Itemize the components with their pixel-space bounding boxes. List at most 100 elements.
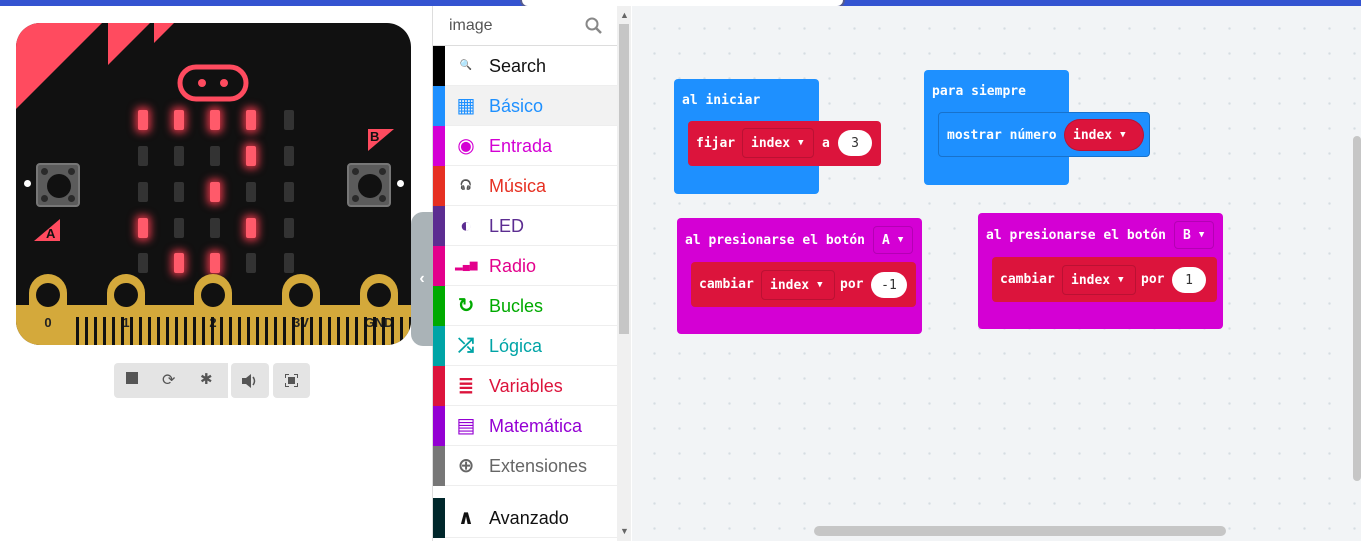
variable-dropdown[interactable]: index ▼ [761,270,835,300]
category-color-bar [433,206,445,246]
toolbox-category-básico[interactable]: ▦ Básico [433,86,617,126]
led-1-2[interactable] [210,146,220,166]
led-4-0[interactable] [138,253,148,273]
led-4-4[interactable] [284,253,294,273]
value-input[interactable]: -1 [871,272,907,298]
led-1-4[interactable] [284,146,294,166]
connector-tooth [301,317,304,345]
workspace-horizontal-scrollbar[interactable] [814,526,1226,536]
value-input[interactable]: 1 [1172,267,1206,293]
change-variable-block[interactable]: cambiar index ▼ por -1 [691,262,916,307]
blocks-workspace[interactable]: al iniciar fijar index ▼ a 3 para siempre… [632,6,1361,541]
variable-name: index [1071,272,1111,288]
search-input[interactable]: image [449,17,493,35]
toolbox-category-extensiones[interactable]: ⊕ Extensiones [433,446,617,486]
connector-tooth [400,317,403,345]
toolbox-scroll-thumb[interactable] [619,24,629,334]
stop-button[interactable]: ⟳ ✱ [114,363,228,398]
button-a[interactable] [36,163,80,207]
led-3-0[interactable] [138,218,148,238]
restart-icon[interactable]: ⟳ [162,370,175,390]
led-2-2[interactable] [210,182,220,202]
connector-tooth [310,317,313,345]
button-dropdown[interactable]: A ▼ [873,226,913,254]
connector-tooth [94,317,97,345]
pin-0[interactable]: 0 [29,274,67,344]
debug-icon[interactable]: ✱ [200,370,213,388]
toolbox-category-lógica[interactable]: ⤮ Lógica [433,326,617,366]
caret-down-icon: ▼ [817,280,823,290]
led-0-0[interactable] [138,110,148,130]
toolbox-category-radio[interactable]: ▂▄▆ Radio [433,246,617,286]
led-0-1[interactable] [174,110,184,130]
variable-reporter[interactable]: index ▼ [1064,119,1144,151]
led-0-3[interactable] [246,110,256,130]
category-color-bar [433,166,445,206]
toolbox-category-bucles[interactable]: ↻ Bucles [433,286,617,326]
connector-tooth [328,317,331,345]
fullscreen-icon [285,374,298,387]
toolbox: image 🔍 Search ▦ Básico ◉ Entrada 🎧 Música ◐ LED ▂… [432,6,632,541]
connector-tooth [166,317,169,345]
button-b[interactable] [347,163,391,207]
caret-down-icon: ▼ [897,235,904,245]
connector-tooth [211,317,214,345]
toolbox-search[interactable]: image [433,6,617,46]
plus-circle-icon: ⊕ [457,455,475,477]
button-a-letter: A [46,226,56,241]
led-2-1[interactable] [174,182,184,202]
led-3-2[interactable] [210,218,220,238]
connector-tooth [337,317,340,345]
search-icon[interactable] [585,17,603,35]
led-2-4[interactable] [284,182,294,202]
led-4-2[interactable] [210,253,220,273]
set-variable-block[interactable]: fijar index ▼ a 3 [688,121,881,166]
toolbox-category-avanzado[interactable]: ∧ Avanzado [433,498,617,538]
show-number-block[interactable]: mostrar número index ▼ [938,112,1150,157]
button-name: B [1183,227,1191,243]
connector-tooth [382,317,385,345]
connector-tooth [148,317,151,345]
show-number-label: mostrar número [947,128,1057,143]
led-1-0[interactable] [138,146,148,166]
led-0-2[interactable] [210,110,220,130]
variable-dropdown[interactable]: index ▼ [742,128,814,158]
workspace-vertical-scrollbar[interactable] [1353,136,1361,481]
toolbox-category-entrada[interactable]: ◉ Entrada [433,126,617,166]
search-icon: 🔍 [459,60,473,71]
fullscreen-button[interactable] [273,363,310,398]
scroll-up-icon[interactable]: ▲ [620,10,629,20]
led-1-1[interactable] [174,146,184,166]
toolbox-category-matemática[interactable]: ▤ Matemática [433,406,617,446]
toolbox-category-música[interactable]: 🎧 Música [433,166,617,206]
button-dropdown[interactable]: B ▼ [1174,221,1214,249]
set-label: fijar [696,136,736,151]
led-2-0[interactable] [138,182,148,202]
connector-tooth [85,317,88,345]
caret-down-icon: ▼ [1198,230,1205,240]
led-4-3[interactable] [246,253,256,273]
led-3-1[interactable] [174,218,184,238]
chevron-left-icon: ‹ [419,270,425,287]
led-2-3[interactable] [246,182,256,202]
button-event-label: al presionarse el botón [986,228,1167,243]
microbit-board: A B 0 1 2 3V GND [16,23,411,345]
connector-tooth [256,317,259,345]
toolbox-category-led[interactable]: ◐ LED [433,206,617,246]
variable-dropdown[interactable]: index ▼ [1062,265,1136,295]
led-1-3[interactable] [246,146,256,166]
led-3-3[interactable] [246,218,256,238]
led-0-4[interactable] [284,110,294,130]
toolbox-category-search[interactable]: 🔍 Search [433,46,617,86]
value-input[interactable]: 3 [838,130,872,156]
connector-tooth [274,317,277,345]
category-color-bar [433,366,445,406]
led-3-4[interactable] [284,218,294,238]
category-color-bar [433,286,445,326]
scroll-down-icon[interactable]: ▼ [620,526,629,536]
led-4-1[interactable] [174,253,184,273]
change-variable-block[interactable]: cambiar index ▼ por 1 [992,257,1217,302]
mute-button[interactable] [231,363,269,398]
toolbox-category-variables[interactable]: ≣ Variables [433,366,617,406]
collapse-simulator-button[interactable]: ‹ [411,212,433,346]
